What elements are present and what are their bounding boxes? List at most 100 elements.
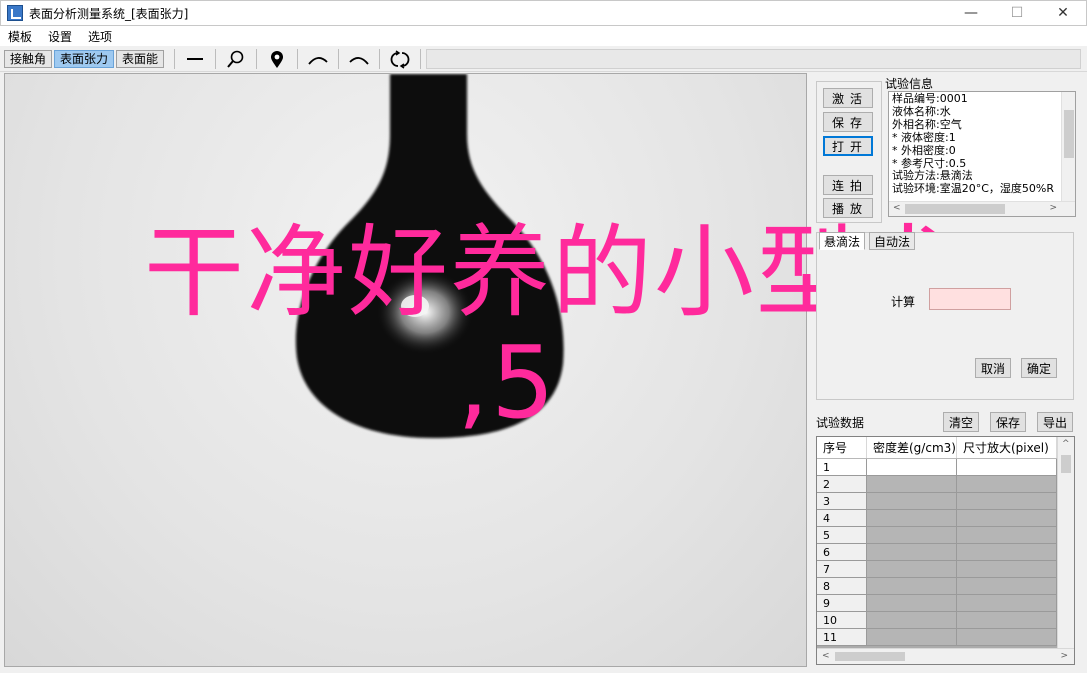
data-section-label: 试验数据 [816,416,865,430]
scroll-thumb[interactable] [1064,110,1074,158]
table-row[interactable]: 5 [817,527,1074,544]
arc-down-tool-button[interactable] [344,48,374,70]
table-row[interactable]: 1 [817,459,1074,476]
density-cell[interactable] [867,510,957,526]
table-vertical-scrollbar[interactable]: ^ [1057,437,1074,649]
scale-cell[interactable] [957,493,1057,509]
scroll-thumb[interactable] [905,204,1005,214]
row-index: 5 [817,527,867,543]
menu-settings[interactable]: 设置 [40,28,80,45]
density-cell[interactable] [867,578,957,594]
row-index: 8 [817,578,867,594]
column-header-density[interactable]: 密度差(g/cm3) [867,437,957,458]
info-vertical-scrollbar[interactable] [1061,92,1075,202]
scroll-right-icon[interactable]: > [1060,651,1068,661]
density-cell[interactable] [867,459,957,475]
density-cell[interactable] [867,527,957,543]
line-tool-button[interactable] [180,48,210,70]
scale-cell[interactable] [957,527,1057,543]
test-info-textbox[interactable]: 样品编号:0001 液体名称:水 外相名称:空气 * 液体密度:1 * 外相密度… [888,91,1076,217]
row-index: 1 [817,459,867,475]
tab-surface-energy[interactable]: 表面能 [116,49,165,68]
row-index: 9 [817,595,867,611]
column-header-scale[interactable]: 尺寸放大(pixel) [957,437,1057,458]
open-button[interactable]: 打开 [823,136,873,156]
maximize-button[interactable]: ☐ [994,1,1040,25]
table-row[interactable]: 7 [817,561,1074,578]
line-icon [187,57,204,60]
density-cell[interactable] [867,629,957,645]
export-button[interactable]: 导出 [1037,412,1073,432]
scale-cell[interactable] [957,459,1057,475]
calc-result-field[interactable] [929,288,1011,310]
menu-options[interactable]: 选项 [80,28,120,45]
scroll-up-icon[interactable]: ^ [1062,439,1070,449]
toolbar-spacer [426,48,1081,69]
scale-cell[interactable] [957,612,1057,628]
tab-pendant-drop[interactable]: 悬滴法 [819,232,866,250]
row-index: 6 [817,544,867,560]
close-button[interactable]: ✕ [1040,1,1086,25]
row-index: 10 [817,612,867,628]
table-row[interactable]: 9 [817,595,1074,612]
density-cell[interactable] [867,544,957,560]
tab-auto-method[interactable]: 自动法 [869,232,916,250]
table-row[interactable]: 8 [817,578,1074,595]
location-pin-icon [271,50,284,68]
scroll-left-icon[interactable]: < [893,203,901,213]
table-row[interactable]: 6 [817,544,1074,561]
activate-button[interactable]: 激活 [823,88,873,108]
density-cell[interactable] [867,595,957,611]
row-index: 3 [817,493,867,509]
zoom-tool-button[interactable] [221,48,251,70]
save-button[interactable]: 保存 [823,112,873,132]
scale-cell[interactable] [957,510,1057,526]
playback-button[interactable]: 播放 [823,198,873,218]
tab-surface-tension[interactable]: 表面张力 [54,49,115,68]
density-cell[interactable] [867,612,957,628]
refresh-tool-button[interactable] [385,48,415,70]
density-cell[interactable] [867,476,957,492]
app-icon [7,5,23,21]
refresh-icon [390,49,410,69]
table-row[interactable]: 10 [817,612,1074,629]
toolbar-separator [338,48,340,69]
scale-cell[interactable] [957,578,1057,594]
scale-cell[interactable] [957,544,1057,560]
toolbar-separator [379,48,381,69]
table-horizontal-scrollbar[interactable]: < > [817,648,1074,664]
confirm-button[interactable]: 确定 [1021,358,1057,378]
toolbar-separator [297,48,299,69]
scroll-right-icon[interactable]: > [1049,203,1057,213]
info-section-label: 试验信息 [885,77,934,91]
image-viewport[interactable] [4,73,807,667]
column-header-index[interactable]: 序号 [817,437,867,458]
toolbar: 接触角 表面张力 表面能 [0,46,1087,72]
scale-cell[interactable] [957,476,1057,492]
scale-cell[interactable] [957,629,1057,645]
scroll-left-icon[interactable]: < [822,651,830,661]
menu-template[interactable]: 模板 [0,28,40,45]
cancel-button[interactable]: 取消 [975,358,1011,378]
data-table[interactable]: 序号 密度差(g/cm3) 尺寸放大(pixel) 1 2 3 4 5 6 7 … [816,436,1075,665]
scroll-thumb[interactable] [835,652,905,661]
arc-up-tool-button[interactable] [303,48,333,70]
calc-label: 计算 [891,295,916,309]
minimize-button[interactable]: — [948,1,994,25]
density-cell[interactable] [867,493,957,509]
table-row[interactable]: 4 [817,510,1074,527]
scale-cell[interactable] [957,561,1057,577]
tab-contact-angle[interactable]: 接触角 [4,49,53,68]
density-cell[interactable] [867,561,957,577]
table-row[interactable]: 2 [817,476,1074,493]
scale-cell[interactable] [957,595,1057,611]
scroll-thumb[interactable] [1061,455,1071,473]
info-lines: 样品编号:0001 液体名称:水 外相名称:空气 * 液体密度:1 * 外相密度… [889,92,1075,197]
table-row[interactable]: 11 [817,629,1074,646]
table-row[interactable]: 3 [817,493,1074,510]
info-horizontal-scrollbar[interactable]: < > [889,201,1075,216]
clear-button[interactable]: 清空 [943,412,979,432]
data-save-button[interactable]: 保存 [990,412,1026,432]
burst-capture-button[interactable]: 连拍 [823,175,873,195]
locate-tool-button[interactable] [262,48,292,70]
